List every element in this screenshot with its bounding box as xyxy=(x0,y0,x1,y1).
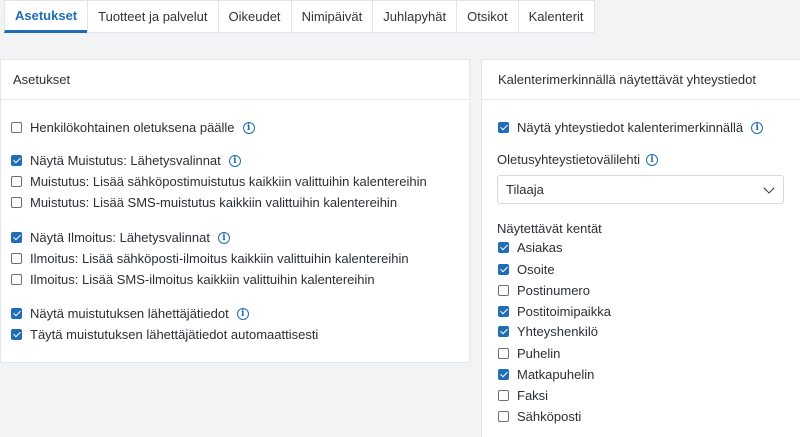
checkbox[interactable] xyxy=(11,176,22,187)
setting-reminder-sms[interactable]: Muistutus: Lisää SMS-muistutus kaikkiin … xyxy=(11,195,397,210)
tab-asetukset[interactable]: Asetukset xyxy=(4,0,89,33)
setting-label: Näytä Ilmoitus: Lähetysvalinnat xyxy=(30,230,210,245)
setting-show-notification-options[interactable]: Näytä Ilmoitus: Lähetysvalinnat i xyxy=(11,230,230,245)
setting-notification-sms[interactable]: Ilmoitus: Lisää SMS-ilmoitus kaikkiin va… xyxy=(11,272,375,287)
checkbox[interactable] xyxy=(11,329,22,340)
checkbox[interactable] xyxy=(11,253,22,264)
field-label: Matkapuhelin xyxy=(517,367,595,382)
setting-label: Ilmoitus: Lisää sähköposti-ilmoitus kaik… xyxy=(30,251,409,266)
field-option[interactable]: Asiakas xyxy=(498,240,563,255)
checkbox[interactable] xyxy=(498,306,509,317)
info-icon[interactable]: i xyxy=(236,307,249,320)
default-tab-label: Oletusyhteystietovälilehti xyxy=(497,152,641,167)
checkbox[interactable] xyxy=(498,369,509,380)
tab-otsikot[interactable]: Otsikot xyxy=(456,0,519,33)
setting-show-reminder-options[interactable]: Näytä Muistutus: Lähetysvalinnat i xyxy=(11,153,241,168)
checkbox[interactable] xyxy=(11,274,22,285)
checkbox[interactable] xyxy=(498,390,509,401)
setting-label: Muistutus: Lisää SMS-muistutus kaikkiin … xyxy=(30,195,398,210)
checkbox[interactable] xyxy=(498,264,509,275)
default-tab-select[interactable]: Tilaaja xyxy=(497,175,784,204)
field-label: Puhelin xyxy=(517,346,561,361)
info-icon[interactable]: i xyxy=(646,153,659,166)
info-icon[interactable]: i xyxy=(228,154,241,167)
setting-label: Muistutus: Lisää sähköpostimuistutus kai… xyxy=(30,174,427,189)
tab-oikeudet[interactable]: Oikeudet xyxy=(217,0,292,33)
checkbox[interactable] xyxy=(498,326,509,337)
setting-label: Näytä Muistutus: Lähetysvalinnat xyxy=(30,153,221,168)
checkbox[interactable] xyxy=(11,232,22,243)
tab-kalenterit[interactable]: Kalenterit xyxy=(517,0,595,33)
setting-show-sender-info[interactable]: Näytä muistutuksen lähettäjätiedot i xyxy=(11,306,249,321)
field-label: Postitoimipaikka xyxy=(517,304,611,319)
info-icon[interactable]: i xyxy=(751,121,764,134)
checkbox[interactable] xyxy=(498,285,509,296)
show-contacts-option[interactable]: Näytä yhteystiedot kalenterimerkinnällä … xyxy=(498,120,764,135)
field-option[interactable]: Sähköposti xyxy=(498,409,581,424)
setting-personal-default[interactable]: Henkilökohtainen oletuksena päälle i xyxy=(11,120,255,135)
field-label: Faksi xyxy=(517,388,549,403)
setting-label: Täytä muistutuksen lähettäjätiedot autom… xyxy=(30,327,319,342)
checkbox[interactable] xyxy=(498,242,509,253)
default-tab-value: Tilaaja xyxy=(506,182,544,197)
field-option[interactable]: Osoite xyxy=(498,262,555,277)
calendar-contacts-panel-title: Kalenterimerkinnällä näytettävät yhteyst… xyxy=(482,60,800,100)
show-contacts-label: Näytä yhteystiedot kalenterimerkinnällä xyxy=(517,120,744,135)
chevron-down-icon xyxy=(763,181,775,194)
field-label: Sähköposti xyxy=(517,409,582,424)
tab-bar: Asetukset Tuotteet ja palvelut Oikeudet … xyxy=(0,0,800,36)
setting-autofill-sender-info[interactable]: Täytä muistutuksen lähettäjätiedot autom… xyxy=(11,327,318,342)
checkbox[interactable] xyxy=(11,155,22,166)
settings-panel-title: Asetukset xyxy=(1,60,469,100)
setting-reminder-email[interactable]: Muistutus: Lisää sähköpostimuistutus kai… xyxy=(11,174,427,189)
checkbox[interactable] xyxy=(11,122,22,133)
field-label: Yhteyshenkilö xyxy=(517,324,598,339)
checkbox[interactable] xyxy=(498,411,509,422)
tab-nimipaivat[interactable]: Nimipäivät xyxy=(290,0,374,33)
field-option[interactable]: Matkapuhelin xyxy=(498,367,594,382)
field-option[interactable]: Yhteyshenkilö xyxy=(498,324,598,339)
tab-tuotteet-ja-palvelut[interactable]: Tuotteet ja palvelut xyxy=(87,0,219,33)
field-option[interactable]: Postitoimipaikka xyxy=(498,304,611,319)
setting-label: Ilmoitus: Lisää SMS-ilmoitus kaikkiin va… xyxy=(30,272,375,287)
setting-label: Näytä muistutuksen lähettäjätiedot xyxy=(30,306,229,321)
tab-juhlapyhat[interactable]: Juhlapyhät xyxy=(372,0,458,33)
info-icon[interactable]: i xyxy=(217,231,230,244)
checkbox[interactable] xyxy=(11,197,22,208)
setting-notification-email[interactable]: Ilmoitus: Lisää sähköposti-ilmoitus kaik… xyxy=(11,251,409,266)
checkbox[interactable] xyxy=(498,348,509,359)
field-label: Asiakas xyxy=(517,240,563,255)
fields-label: Näytettävät kentät xyxy=(497,221,602,236)
field-option[interactable]: Puhelin xyxy=(498,346,560,361)
field-label: Postinumero xyxy=(517,283,590,298)
setting-label: Henkilökohtainen oletuksena päälle xyxy=(30,120,235,135)
field-option[interactable]: Faksi xyxy=(498,388,548,403)
field-option[interactable]: Postinumero xyxy=(498,283,590,298)
info-icon[interactable]: i xyxy=(242,121,255,134)
checkbox[interactable] xyxy=(11,308,22,319)
default-tab-heading: Oletusyhteystietovälilehti i xyxy=(497,152,659,167)
checkbox[interactable] xyxy=(498,122,509,133)
field-label: Osoite xyxy=(517,262,555,277)
